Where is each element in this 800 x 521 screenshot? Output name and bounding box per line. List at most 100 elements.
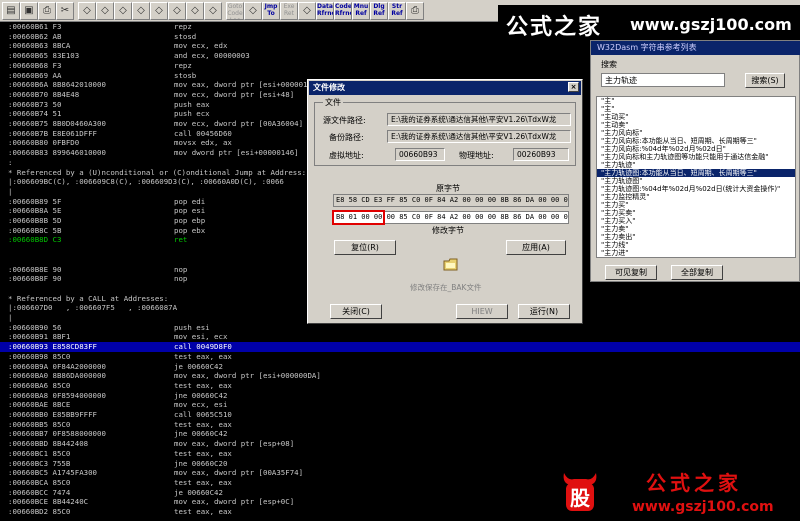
listing-text: : [8,157,13,167]
listing-instruction: push esi [174,322,210,332]
watermark-url: www.gszj100.com [630,15,792,34]
search-input[interactable]: 主力轨迹 [601,73,725,87]
listing-row[interactable]: :00660BC1 85C0 test eax, eax [0,449,800,459]
toolbar-button-mnu-ref[interactable]: Mnu Ref [352,2,370,20]
listing-address: :00660B65 83E103 [8,51,80,61]
list-item[interactable]: "主力风向标:本功能从当日、短周期、长周期等三" [597,137,795,145]
listing-address: :00660B6A 8B8642010000 [8,80,106,90]
listing-row[interactable]: :00660BAE 8BCE mov ecx, esi [0,400,800,410]
listing-row[interactable]: :00660BB5 85C0 test eax, eax [0,420,800,430]
list-item[interactable]: "主力买" [597,201,795,209]
toolbar-folder-icon[interactable]: ▤ [2,2,20,20]
toolbar-button-exe-ret[interactable]: Exe Ret [280,2,298,20]
source-path-label: 源文件路径: [323,116,366,125]
listing-row[interactable]: :00660BB0 E85BB9FFFF call 0065C510 [0,410,800,420]
toolbar-tool-icon[interactable]: ◇ [96,2,114,20]
listing-instruction: test eax, eax [174,351,232,361]
listing-row[interactable]: :00660B90 56 push esi [0,323,800,333]
list-item[interactable]: "主力风向标和主力轨迹图等功能只能用于通达信金融" [597,153,795,161]
hiew-button[interactable]: HIEW [456,304,508,319]
listing-address: :00660BCA 85C0 [8,477,71,487]
listing-row[interactable]: :00660BBD 8B442408 mov eax, dword ptr [es… [0,439,800,449]
list-item[interactable]: "主力买入" [597,217,795,225]
listing-address: :00660BB0 E85BB9FFFF [8,410,97,419]
modified-bytes-label: 修改字节 [432,226,464,235]
list-item[interactable]: "主力轨迹" [597,161,795,169]
listing-row[interactable]: :00660B91 8BF1 mov esi, ecx [0,332,800,342]
listing-row[interactable]: :00660BA6 85C0 test eax, eax [0,381,800,391]
run-button[interactable]: 运行(N) [518,304,570,319]
virtual-address-field[interactable]: 00660B93 [395,148,445,161]
listing-row[interactable]: :00660B9A 0F84A2000000 je 00660C42 [0,362,800,372]
backup-path-field[interactable]: E:\我的证券系统\通达信其他\平安V1.26\TdxW龙 [387,130,571,143]
list-item[interactable]: "主动卖" [597,121,795,129]
toolbar-tool-icon[interactable]: ◇ [150,2,168,20]
list-item[interactable]: "主力线" [597,241,795,249]
string-list[interactable]: "主" "主" "主动买" "主动卖" "主力风向标" "主力风向标:本功能从当日、短周期… [596,96,796,258]
toolbar-tool-icon[interactable]: ◇ [244,2,262,20]
toolbar-tool-icon[interactable]: ◇ [204,2,222,20]
listing-address: :00660BC1 85C0 [8,448,71,458]
toolbar-button-dlg-ref[interactable]: Dlg Ref [370,2,388,20]
close-icon[interactable]: × [568,82,579,92]
search-button[interactable]: 搜索(S) [745,73,785,88]
list-item[interactable]: "主" [597,105,795,113]
search-label: 搜索 [601,60,617,69]
listing-instruction: mov ecx, esi [174,400,228,410]
listing-instruction: mov eax, dword ptr [00A35F74] [174,468,304,478]
close-button[interactable]: 关闭(C) [330,304,382,319]
toolbar-tool-icon[interactable]: ◇ [168,2,186,20]
toolbar-tool-icon[interactable]: ◇ [78,2,96,20]
list-item[interactable]: "主力监控精灵" [597,193,795,201]
toolbar-button-str-ref[interactable]: Str Ref [388,2,406,20]
toolbar-button-code-rfrnc[interactable]: Code Rfrnc [334,2,352,20]
toolbar-button-goto-code-loc[interactable]: Goto Code Loc [226,2,244,20]
apply-button[interactable]: 应用(A) [506,240,566,255]
listing-instruction: nop [174,264,188,274]
watermark-top: 公式之家 www.gszj100.com [498,5,800,41]
file-modify-dialog: 文件修改 × 文件 源文件路径: E:\我的证券系统\通达信其他\平安V1.26… [307,79,583,324]
listing-row[interactable]: :00660B98 85C0 test eax, eax [0,352,800,362]
toolbar-save-icon[interactable]: ▣ [20,2,38,20]
listing-row[interactable]: :00660BB7 0F8588000000 jne 00660C42 [0,429,800,439]
toolbar-cut-icon[interactable]: ✂ [56,2,74,20]
highlight-box [332,210,385,225]
listing-row[interactable]: :00660BA0 8B86DA000000 mov eax, dword ptr… [0,371,800,381]
list-item[interactable]: "主力买卖" [597,209,795,217]
listing-instruction: mov eax, dword ptr [esi+00000142] [174,80,321,90]
list-item[interactable]: "主力轨迹图:本功能从当日、短周期、长周期等三" [597,169,795,177]
toolbar-tool-icon[interactable]: ◇ [132,2,150,20]
listing-instruction: mov esi, ecx [174,332,228,342]
list-item[interactable]: "主力进" [597,249,795,257]
listing-instruction: test eax, eax [174,419,232,429]
toolbar-tool-icon[interactable]: ◇ [186,2,204,20]
toolbar-print-icon[interactable]: ⎙ [38,2,56,20]
toolbar-button-jmp-to[interactable]: Jmp To [262,2,280,20]
list-item[interactable]: "主力轨迹图" [597,177,795,185]
list-item[interactable]: "主力风向标" [597,129,795,137]
listing-row[interactable]: :00660BA8 0F8594000000 jne 00660C42 [0,391,800,401]
toolbar-tool-icon[interactable]: ◇ [114,2,132,20]
copy-visible-button[interactable]: 可见复制 [605,265,657,280]
listing-row[interactable]: :00660B93 E858CD83FF call 0049D8F0 [0,342,800,353]
list-item[interactable]: "主力风向标:%04d年%02d月%02d日" [597,145,795,153]
listing-instruction: push ecx [174,109,210,119]
list-item[interactable]: "主力卖出" [597,233,795,241]
restore-button[interactable]: 复位(R) [334,240,396,255]
physical-address-field[interactable]: 00260B93 [513,148,569,161]
listing-instruction: pop edi [174,196,206,206]
physical-address-label: 物理地址: [459,151,494,160]
file-group: 文件 源文件路径: E:\我的证券系统\通达信其他\平安V1.26\TdxW龙 … [314,97,576,166]
toolbar-print-icon[interactable]: ⎙ [406,2,424,20]
listing-address: :00660BA6 85C0 [8,380,71,390]
listing-address: :00660B8E 90 [8,264,62,274]
toolbar-button-data-rfrnc[interactable]: Data Rfrnc [316,2,334,20]
copy-all-button[interactable]: 全部复制 [671,265,723,280]
source-path-field[interactable]: E:\我的证券系统\通达信其他\平安V1.26\TdxW龙 [387,113,571,126]
list-item[interactable]: "主力轨迹图:%04d年%02d月%02d日(统计大资金操作)" [597,185,795,193]
listing-address: :00660B83 899646010000 [8,148,106,158]
list-item[interactable]: "主" [597,97,795,105]
toolbar-tool-icon[interactable]: ◇ [298,2,316,20]
list-item[interactable]: "主力卖" [597,225,795,233]
list-item[interactable]: "主动买" [597,113,795,121]
